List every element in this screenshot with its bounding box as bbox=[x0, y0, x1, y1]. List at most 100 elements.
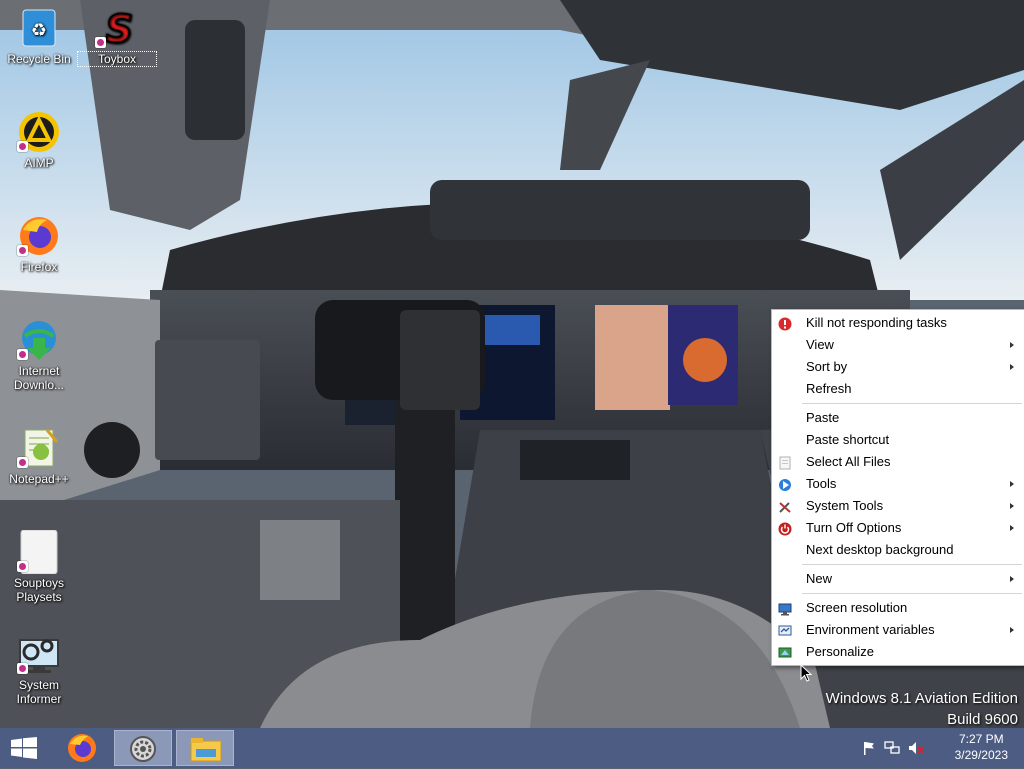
aimp-icon bbox=[17, 110, 61, 154]
shortcut-arrow-icon bbox=[17, 457, 28, 468]
menu-item-label: Screen resolution bbox=[806, 600, 908, 615]
taskbar-settings-button[interactable] bbox=[114, 730, 172, 766]
shortcut-arrow-icon bbox=[17, 141, 28, 152]
menu-item-sort-by[interactable]: Sort by bbox=[772, 356, 1024, 378]
menu-item-paste-shortcut[interactable]: Paste shortcut bbox=[772, 429, 1024, 451]
menu-item-label: Tools bbox=[806, 476, 837, 491]
monitor-icon bbox=[778, 601, 792, 616]
desktop-icon-label: System Informer bbox=[16, 678, 62, 706]
taskbar-file-explorer-button[interactable] bbox=[176, 730, 234, 766]
environment-icon bbox=[778, 623, 792, 637]
menu-item-label: Environment variables bbox=[806, 622, 935, 637]
firefox-icon bbox=[66, 732, 98, 769]
menu-item-personalize[interactable]: Personalize bbox=[772, 641, 1024, 663]
submenu-arrow-icon bbox=[1010, 576, 1014, 582]
notepad-plus-plus-icon bbox=[17, 426, 61, 470]
menu-item-label: Refresh bbox=[806, 381, 852, 396]
submenu-arrow-icon bbox=[1010, 525, 1014, 531]
souptoys-icon bbox=[17, 529, 61, 575]
power-icon bbox=[778, 521, 792, 536]
menu-item-label: Paste bbox=[806, 410, 840, 425]
desktop-icon-label: Toybox bbox=[97, 52, 137, 66]
menu-item-environment-variables[interactable]: Environment variables bbox=[772, 619, 1024, 641]
mouse-cursor bbox=[800, 663, 813, 682]
menu-item-label: Kill not responding tasks bbox=[806, 315, 947, 330]
taskbar-clock[interactable]: 7:27 PM 3/29/2023 bbox=[955, 731, 1008, 763]
shortcut-arrow-icon bbox=[17, 349, 28, 360]
menu-item-next-desktop-background[interactable]: Next desktop background bbox=[772, 539, 1024, 561]
menu-item-label: Personalize bbox=[806, 644, 874, 659]
menu-separator bbox=[802, 403, 1022, 404]
menu-item-turn-off-options[interactable]: Turn Off Options bbox=[772, 517, 1024, 539]
desktop-icon-label: AIMP bbox=[24, 156, 54, 170]
windows-edition-watermark: Windows 8.1 Aviation Edition Build 9600 bbox=[826, 688, 1018, 730]
svg-text:S: S bbox=[105, 7, 132, 50]
menu-separator bbox=[802, 593, 1022, 594]
desktop-icon-recycle-bin[interactable]: ♻ Recycle Bin bbox=[0, 6, 78, 66]
start-icon bbox=[11, 737, 37, 764]
clock-time: 7:27 PM bbox=[958, 732, 1004, 746]
firefox-icon bbox=[17, 214, 61, 258]
desktop-icon-aimp[interactable]: AIMP bbox=[0, 110, 78, 170]
desktop-icon-label: Internet Downlo... bbox=[13, 364, 65, 392]
desktop-icon-toybox[interactable]: S Toybox bbox=[77, 6, 157, 67]
desktop-icon-label: Souptoys Playsets bbox=[13, 576, 65, 604]
select-all-icon bbox=[778, 455, 792, 470]
menu-item-refresh[interactable]: Refresh bbox=[772, 378, 1024, 400]
volume-muted-icon[interactable] bbox=[908, 741, 924, 755]
menu-item-label: Sort by bbox=[806, 359, 848, 374]
menu-item-new[interactable]: New bbox=[772, 568, 1024, 590]
menu-item-paste[interactable]: Paste bbox=[772, 407, 1024, 429]
recycle-bin-icon: ♻ bbox=[17, 6, 61, 50]
menu-item-screen-resolution[interactable]: Screen resolution bbox=[772, 597, 1024, 619]
shortcut-arrow-icon bbox=[95, 37, 106, 48]
desktop-context-menu: Kill not responding tasks View Sort by R… bbox=[771, 309, 1024, 666]
personalize-icon bbox=[778, 645, 792, 659]
menu-item-label: Select All Files bbox=[806, 454, 891, 469]
menu-item-label: New bbox=[806, 571, 833, 586]
internet-download-manager-icon bbox=[17, 318, 61, 362]
submenu-arrow-icon bbox=[1010, 481, 1014, 487]
menu-separator bbox=[802, 564, 1022, 565]
submenu-arrow-icon bbox=[1010, 627, 1014, 633]
submenu-arrow-icon bbox=[1010, 364, 1014, 370]
menu-item-kill-not-responding[interactable]: Kill not responding tasks bbox=[772, 312, 1024, 334]
svg-text:♻: ♻ bbox=[31, 20, 47, 41]
shortcut-arrow-icon bbox=[17, 245, 28, 256]
system-informer-icon bbox=[17, 632, 61, 676]
clock-date: 3/29/2023 bbox=[954, 748, 1008, 762]
shortcut-arrow-icon bbox=[17, 561, 28, 572]
menu-item-label: View bbox=[806, 337, 834, 352]
menu-item-label: Turn Off Options bbox=[806, 520, 902, 535]
desktop-icon-souptoys[interactable]: Souptoys Playsets bbox=[0, 529, 78, 604]
flag-icon[interactable] bbox=[862, 741, 878, 755]
desktop-icon-internet-download-manager[interactable]: Internet Downlo... bbox=[0, 318, 78, 392]
menu-item-label: System Tools bbox=[806, 498, 884, 513]
menu-item-label: Paste shortcut bbox=[806, 432, 890, 447]
tools-icon bbox=[778, 477, 792, 491]
desktop-icon-notepad-plus-plus[interactable]: Notepad++ bbox=[0, 426, 78, 486]
submenu-arrow-icon bbox=[1010, 342, 1014, 348]
menu-item-system-tools[interactable]: System Tools bbox=[772, 495, 1024, 517]
desktop-icon-label: Recycle Bin bbox=[7, 52, 71, 66]
menu-item-view[interactable]: View bbox=[772, 334, 1024, 356]
system-tools-icon bbox=[778, 499, 792, 513]
menu-item-label: Next desktop background bbox=[806, 542, 954, 557]
kill-task-icon bbox=[778, 316, 792, 331]
network-icon[interactable] bbox=[884, 741, 900, 755]
watermark-build: Build 9600 bbox=[947, 711, 1018, 728]
start-button[interactable] bbox=[0, 728, 50, 768]
settings-icon bbox=[128, 734, 158, 769]
taskbar: 7:27 PM 3/29/2023 bbox=[0, 728, 1024, 768]
file-explorer-icon bbox=[190, 735, 222, 768]
submenu-arrow-icon bbox=[1010, 503, 1014, 509]
taskbar-firefox-button[interactable] bbox=[54, 730, 112, 766]
menu-item-tools[interactable]: Tools bbox=[772, 473, 1024, 495]
desktop-icon-label: Notepad++ bbox=[9, 472, 69, 486]
toybox-icon: S bbox=[95, 6, 139, 52]
watermark-edition: Windows 8.1 Aviation Edition bbox=[825, 690, 1018, 707]
desktop-icon-firefox[interactable]: Firefox bbox=[0, 214, 78, 274]
desktop-icon-label: Firefox bbox=[20, 260, 58, 274]
desktop-icon-system-informer[interactable]: System Informer bbox=[0, 632, 78, 706]
menu-item-select-all-files[interactable]: Select All Files bbox=[772, 451, 1024, 473]
